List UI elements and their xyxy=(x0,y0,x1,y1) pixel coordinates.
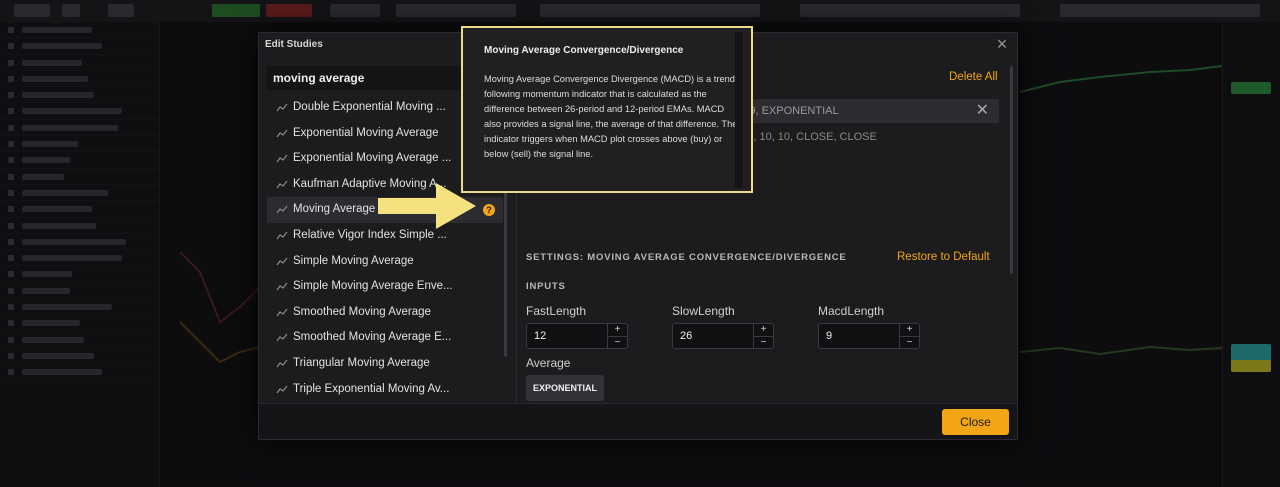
close-button[interactable]: Close xyxy=(942,409,1009,435)
study-wave-icon xyxy=(276,385,288,393)
study-wave-icon xyxy=(276,103,288,112)
study-wave-icon xyxy=(276,282,288,291)
tooltip-body: Moving Average Convergence Divergence (M… xyxy=(484,74,739,159)
study-label: Simple Moving Average xyxy=(293,254,414,267)
fastlength-value: 12 xyxy=(534,330,547,342)
study-label: Exponential Moving Average ... xyxy=(293,152,452,165)
study-label: Simple Moving Average Enve... xyxy=(293,280,453,293)
added-study-row[interactable]: 26, 9, EXPONENTIAL ✕ xyxy=(729,99,999,123)
close-icon[interactable]: × xyxy=(993,35,1011,53)
screen: Edit Studies × moving average Double Exp… xyxy=(0,0,1280,487)
study-list-item[interactable]: Simple Moving Average Enve... xyxy=(267,274,503,300)
fastlength-label: FastLength xyxy=(526,304,587,318)
average-type-button[interactable]: EXPONENTIAL xyxy=(526,375,604,401)
decrement-icon[interactable]: − xyxy=(608,336,627,348)
study-list-item[interactable]: Triple Exponential Moving Av... xyxy=(267,377,503,403)
study-wave-icon xyxy=(276,180,288,189)
settings-title: SETTINGS: MOVING AVERAGE CONVERGENCE/DIV… xyxy=(526,252,847,263)
study-description-tooltip: Moving Average Convergence/Divergence Mo… xyxy=(461,26,753,193)
increment-icon[interactable]: + xyxy=(900,324,919,336)
decrement-icon[interactable]: − xyxy=(900,336,919,348)
study-label: Exponential Moving Average xyxy=(293,126,439,139)
study-label: Smoothed Moving Average xyxy=(293,305,431,318)
added-study-params-2[interactable]: 0, 0, 10, 10, CLOSE, CLOSE xyxy=(735,131,877,143)
study-wave-icon xyxy=(276,333,288,342)
study-list-item[interactable]: Triangular Moving Average xyxy=(267,351,503,377)
macdlength-label: MacdLength xyxy=(818,304,885,318)
remove-x-icon[interactable]: ✕ xyxy=(976,99,989,123)
study-list-item[interactable]: Simple Moving Average xyxy=(267,249,503,275)
study-wave-icon xyxy=(276,257,288,265)
fastlength-stepper[interactable]: + − xyxy=(607,324,627,348)
slowlength-stepper[interactable]: + − xyxy=(753,324,773,348)
increment-icon[interactable]: + xyxy=(754,324,773,336)
background-price-axis xyxy=(1222,22,1280,487)
slowlength-label: SlowLength xyxy=(672,304,735,318)
restore-default-button[interactable]: Restore to Default xyxy=(897,251,990,263)
study-wave-icon xyxy=(276,154,288,163)
average-label: Average xyxy=(526,356,571,370)
tooltip-scrollbar xyxy=(735,32,743,188)
dialog-title: Edit Studies xyxy=(265,39,323,50)
slowlength-value: 26 xyxy=(680,330,693,342)
study-label: Triple Exponential Moving Av... xyxy=(293,382,450,395)
fastlength-field[interactable]: 12 + − xyxy=(526,323,628,349)
inputs-section-title: INPUTS xyxy=(526,281,566,292)
study-wave-icon xyxy=(276,129,288,137)
study-label: Smoothed Moving Average E... xyxy=(293,331,452,344)
study-label: Moving Average xyxy=(293,203,376,216)
tooltip-title: Moving Average Convergence/Divergence xyxy=(484,45,684,56)
help-icon[interactable]: ? xyxy=(483,204,495,217)
decrement-icon[interactable]: − xyxy=(754,336,773,348)
study-wave-icon xyxy=(276,308,288,317)
study-label: Triangular Moving Average xyxy=(293,356,430,369)
study-wave-icon xyxy=(276,359,288,368)
study-list-item[interactable]: Smoothed Moving Average E... xyxy=(267,325,503,351)
background-watchlist xyxy=(0,22,160,487)
dialog-footer: Close xyxy=(259,403,1017,439)
delete-all-button[interactable]: Delete All xyxy=(949,71,998,83)
pointer-arrow xyxy=(378,183,476,229)
macdlength-stepper[interactable]: + − xyxy=(899,324,919,348)
study-list-item[interactable]: Smoothed Moving Average xyxy=(267,300,503,326)
study-wave-icon xyxy=(276,206,288,214)
study-label: Double Exponential Moving ... xyxy=(293,101,446,113)
added-studies-scrollbar[interactable] xyxy=(1010,66,1013,274)
slowlength-field[interactable]: 26 + − xyxy=(672,323,774,349)
macdlength-field[interactable]: 9 + − xyxy=(818,323,920,349)
macdlength-value: 9 xyxy=(826,330,833,342)
study-wave-icon xyxy=(276,231,288,240)
increment-icon[interactable]: + xyxy=(608,324,627,336)
background-toolbar xyxy=(0,0,1280,22)
